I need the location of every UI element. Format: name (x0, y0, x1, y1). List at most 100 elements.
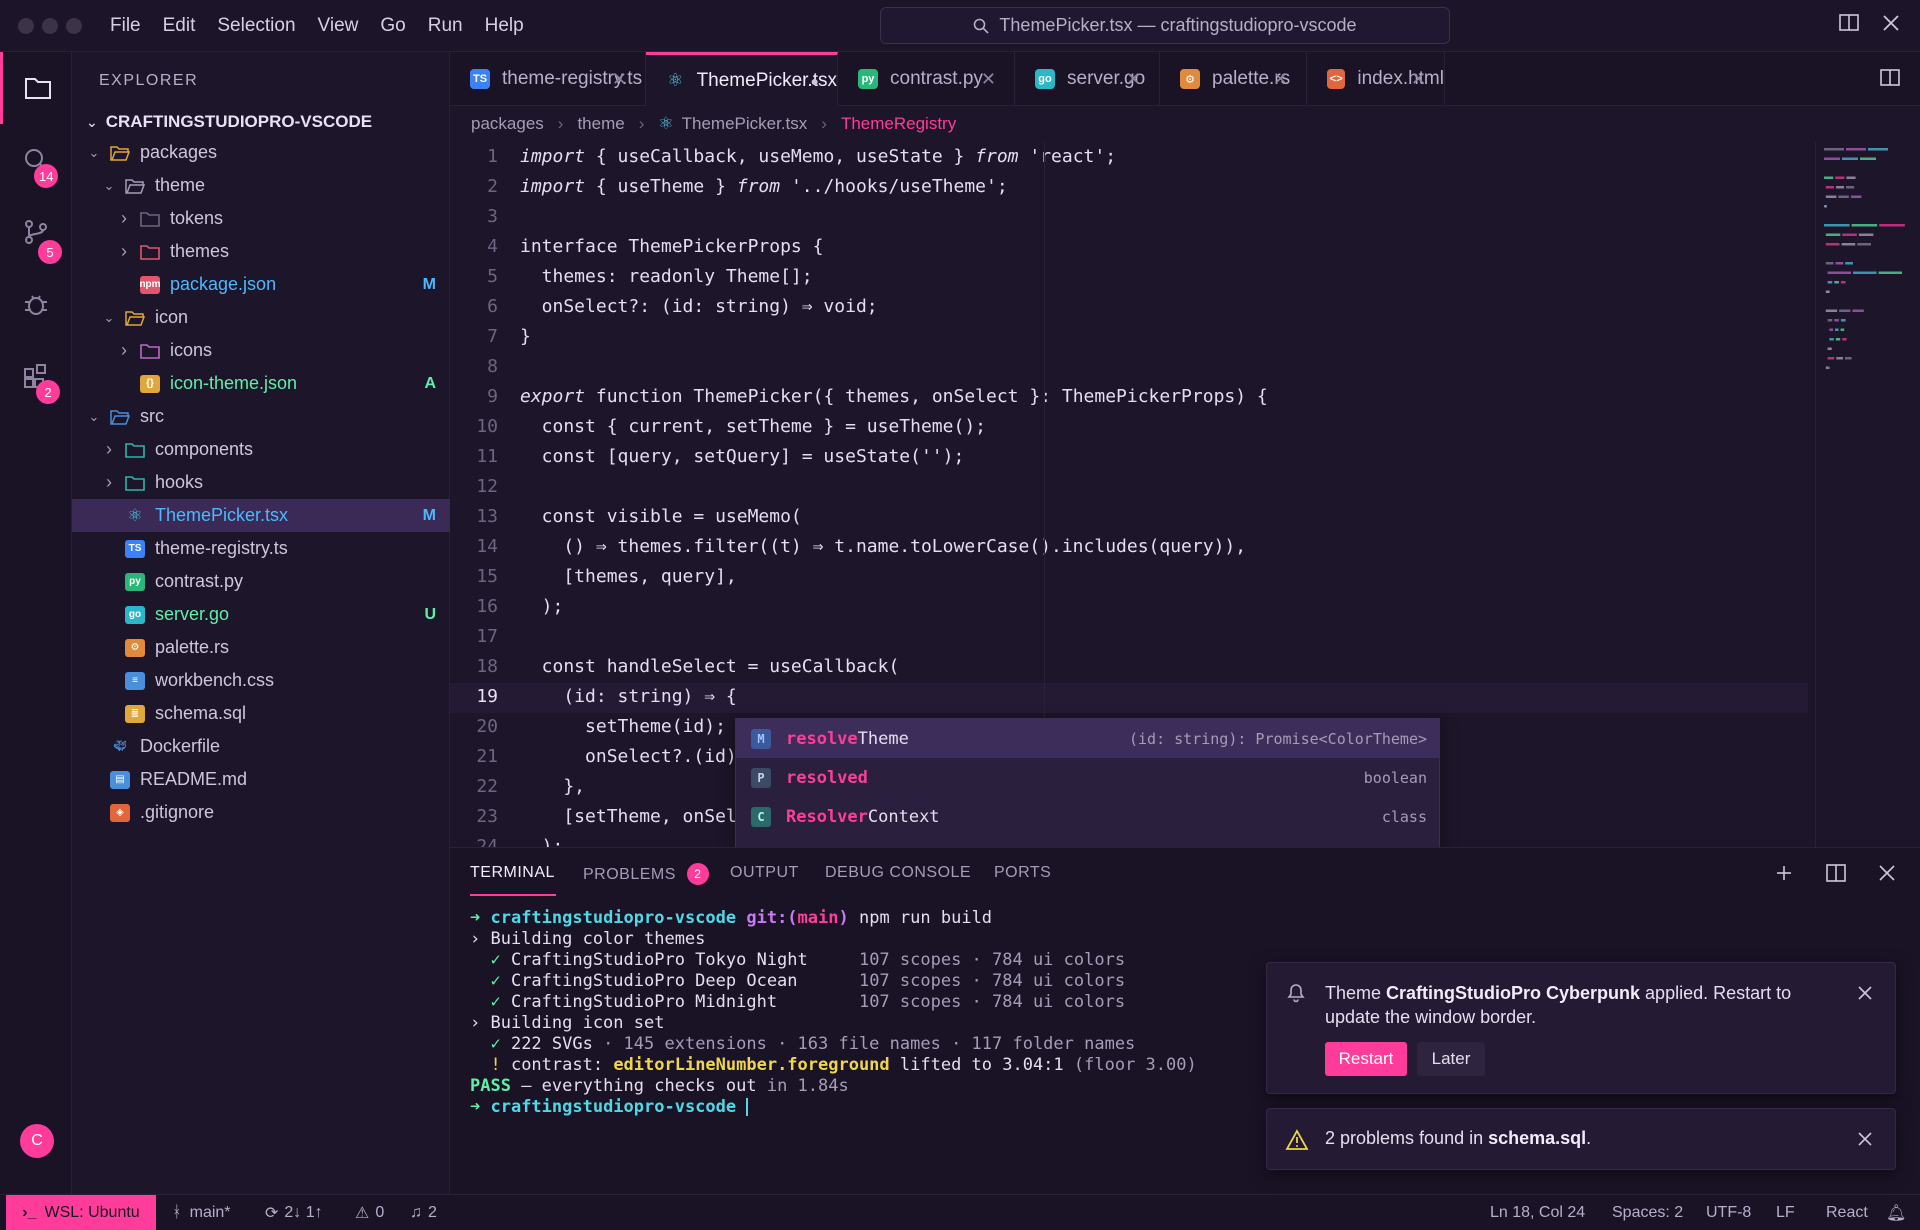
window-minimize-dot[interactable] (42, 18, 58, 34)
line-ending[interactable]: LF (1776, 1195, 1795, 1230)
tree-item[interactable]: ⌄ icon (72, 301, 450, 334)
project-root[interactable]: ⌄ CRAFTINGSTUDIOPRO-VSCODE (86, 112, 372, 132)
editor-tab[interactable]: ⚛ ThemePicker.tsx ● (646, 52, 838, 106)
file-type-icon: ⚙ (1180, 69, 1200, 89)
unsaved-dot-icon[interactable]: ● (811, 73, 819, 89)
remote-indicator[interactable]: ›_ WSL: Ubuntu (6, 1195, 156, 1230)
sync-indicator[interactable]: ⟳ 2↓ 1↑ (265, 1195, 323, 1230)
breadcrumb-theme[interactable]: theme (577, 114, 624, 134)
menu-go[interactable]: Go (380, 15, 405, 37)
tree-item[interactable]: ⚛ ThemePicker.tsx M (72, 499, 450, 532)
problems-msg-file[interactable]: schema.sql (1488, 1128, 1586, 1148)
menu-selection[interactable]: Selection (217, 15, 295, 37)
close-icon[interactable]: ✕ (981, 69, 996, 90)
minimap-stripe (1824, 224, 1850, 227)
split-terminal-icon[interactable] (1826, 864, 1846, 882)
tree-item[interactable]: ≡ workbench.css (72, 664, 450, 697)
command-center[interactable]: ThemePicker.tsx — craftingstudiopro-vsco… (880, 7, 1450, 44)
terminal-line: ✓ CraftingStudioPro Tokyo Night 107 scop… (470, 950, 1125, 970)
explorer-activity[interactable] (0, 52, 72, 124)
suggestion-item[interactable]: C ResolverContext class (736, 797, 1439, 836)
branch-indicator[interactable]: ᚼ main* (172, 1195, 231, 1230)
tree-item[interactable]: 🐳︎ Dockerfile (72, 730, 450, 763)
source-control-activity[interactable]: 5 (0, 196, 72, 268)
menu-view[interactable]: View (318, 15, 359, 37)
breadcrumb-file[interactable]: ThemePicker.tsx (682, 114, 808, 134)
cursor-position[interactable]: Ln 18, Col 24 (1490, 1195, 1585, 1230)
search-icon (974, 18, 989, 34)
tree-item[interactable]: ≣ schema.sql (72, 697, 450, 730)
tree-item[interactable]: npm package.json M (72, 268, 450, 301)
minimap-stripe (1846, 148, 1866, 151)
close-icon[interactable]: ✕ (1126, 69, 1141, 90)
terminal-token: 107 scopes · 784 ui colors (858, 992, 1126, 1012)
editor-tab[interactable]: ⚙ palette.rs ✕ (1160, 52, 1307, 106)
tree-item[interactable]: › components (72, 433, 450, 466)
close-window-icon[interactable] (1880, 12, 1902, 34)
encoding[interactable]: UTF-8 (1706, 1195, 1751, 1230)
tree-item[interactable]: ▤ README.md (72, 763, 450, 796)
menu-edit[interactable]: Edit (163, 15, 196, 37)
editor-tab[interactable]: go server.go ✕ (1015, 52, 1160, 106)
rs-icon: ⚙ (125, 638, 145, 657)
notifications-indicator[interactable]: ♫ 2 (410, 1195, 437, 1230)
editor-tab[interactable]: py contrast.py ✕ (838, 52, 1015, 106)
indentation[interactable]: Spaces: 2 (1612, 1195, 1683, 1230)
tree-item[interactable]: › hooks (72, 466, 450, 499)
tree-item[interactable]: › tokens (72, 202, 450, 235)
toggle-panel-layout-icon[interactable] (1838, 12, 1860, 34)
suggestion-item[interactable]: Presolved boolean (736, 758, 1439, 797)
editor-tab[interactable]: TS theme-registry.ts ✕ (450, 52, 646, 106)
tab-problems[interactable]: PROBLEMS 2 (583, 863, 709, 886)
tree-item[interactable]: ⚙ palette.rs (72, 631, 450, 664)
language-mode[interactable]: React (1826, 1195, 1868, 1230)
breadcrumb-symbol[interactable]: ThemeRegistry (841, 114, 956, 134)
restart-button[interactable]: Restart (1325, 1042, 1407, 1076)
tree-item[interactable]: ⌄ theme (72, 169, 450, 202)
window-close-dot[interactable] (18, 18, 34, 34)
minimap-stripe (1850, 195, 1862, 198)
extensions-activity[interactable]: 2 (0, 340, 72, 412)
tree-item[interactable]: py contrast.py (72, 565, 450, 598)
tab-output[interactable]: OUTPUT (730, 864, 799, 882)
tree-item[interactable]: TS theme-registry.ts (72, 532, 450, 565)
account-avatar[interactable]: C (20, 1124, 54, 1158)
minimap[interactable] (1815, 142, 1920, 847)
add-terminal-icon[interactable] (1775, 864, 1793, 882)
later-button[interactable]: Later (1417, 1042, 1485, 1076)
minimap-stripe (1840, 319, 1846, 322)
code-line: setTheme(id); (520, 716, 726, 737)
close-panel-icon[interactable] (1878, 864, 1896, 882)
tree-item-label: theme-registry.ts (155, 538, 288, 558)
tab-debug-console[interactable]: DEBUG CONSOLE (825, 864, 971, 882)
tree-item[interactable]: {} icon-theme.json A (72, 367, 450, 400)
menu-run[interactable]: Run (428, 15, 463, 37)
menu-help[interactable]: Help (485, 15, 524, 37)
tab-ports[interactable]: PORTS (994, 864, 1051, 882)
tree-item[interactable]: › themes (72, 235, 450, 268)
minimap-stripe (1825, 243, 1840, 246)
tree-item[interactable]: ⌄ packages (72, 136, 450, 169)
close-icon[interactable]: ✕ (1411, 69, 1426, 90)
tab-terminal[interactable]: TERMINAL (470, 864, 555, 882)
status-bell[interactable]: 🔔︎ (1886, 1195, 1906, 1230)
close-icon[interactable]: ✕ (1273, 69, 1288, 90)
window-maximize-dot[interactable] (66, 18, 82, 34)
minimap-stripe (1824, 157, 1840, 160)
debug-activity[interactable] (0, 268, 72, 340)
close-icon[interactable] (1857, 985, 1873, 1001)
breadcrumb-packages[interactable]: packages (471, 114, 544, 134)
close-icon[interactable] (1857, 1131, 1873, 1147)
split-editor-icon[interactable] (1880, 68, 1900, 88)
symbol-kind-icon: P (751, 767, 771, 788)
close-icon[interactable]: ✕ (612, 69, 627, 90)
suggestion-item[interactable]: MresolveTheme (id: string): Promise<Color… (736, 719, 1439, 758)
tree-item[interactable]: ◈ .gitignore (72, 796, 450, 829)
tree-item[interactable]: ⌄ src (72, 400, 450, 433)
tree-item[interactable]: go server.go U (72, 598, 450, 631)
editor-tab[interactable]: <> index.html ✕ (1307, 52, 1445, 106)
menu-file[interactable]: File (110, 15, 141, 37)
tree-item[interactable]: › icons (72, 334, 450, 367)
warnings-indicator[interactable]: ⚠ 0 (355, 1195, 384, 1230)
search-activity[interactable]: 14 (0, 124, 72, 196)
